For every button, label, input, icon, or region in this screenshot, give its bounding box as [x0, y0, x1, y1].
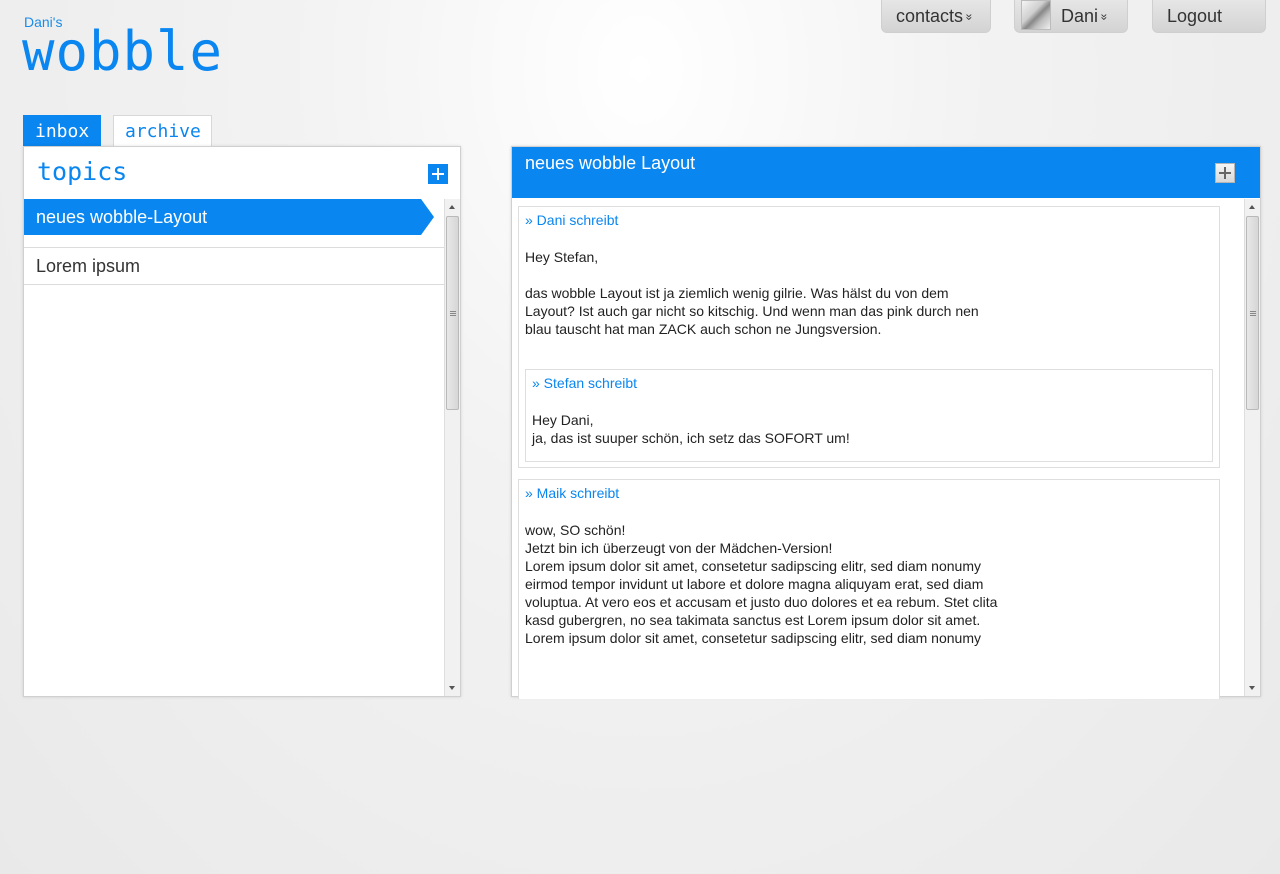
post-author[interactable]: » Maik schreibt: [525, 485, 619, 501]
topics-panel: topics neues wobble-Layout Lorem ipsum: [23, 146, 461, 697]
app-logo[interactable]: wobble: [22, 22, 223, 82]
add-post-button[interactable]: [1215, 163, 1235, 183]
avatar: [1021, 0, 1051, 31]
topics-scrollbar[interactable]: [444, 199, 460, 696]
chevron-down-icon: »: [1097, 13, 1112, 21]
post: » Dani schreibt Hey Stefan, das wobble L…: [518, 206, 1220, 468]
post-body: Hey Dani, ja, das ist suuper schön, ich …: [532, 412, 850, 446]
scroll-up-icon[interactable]: [449, 205, 455, 209]
post: » Maik schreibt wow, SO schön! Jetzt bin…: [518, 479, 1220, 699]
grip-icon: [450, 311, 456, 316]
divider: [24, 235, 445, 248]
topic-item[interactable]: neues wobble-Layout: [24, 199, 434, 235]
contacts-button[interactable]: contacts»: [881, 0, 991, 33]
scroll-down-icon[interactable]: [1249, 686, 1255, 690]
thread-header: neues wobble Layout: [512, 147, 1260, 198]
post-body: wow, SO schön! Jetzt bin ich überzeugt v…: [525, 522, 998, 646]
topic-item[interactable]: Lorem ipsum: [24, 248, 445, 285]
chevron-down-icon: »: [962, 13, 977, 21]
scroll-up-icon[interactable]: [1249, 205, 1255, 209]
user-menu-button[interactable]: Dani»: [1014, 0, 1128, 33]
thread-scrollbar[interactable]: [1244, 199, 1260, 696]
post-body: Hey Stefan, das wobble Layout ist ja zie…: [525, 249, 979, 337]
scroll-thumb[interactable]: [1246, 216, 1259, 410]
scroll-down-icon[interactable]: [449, 686, 455, 690]
topics-title: topics: [37, 157, 128, 186]
grip-icon: [1250, 311, 1256, 316]
post-author[interactable]: » Dani schreibt: [525, 212, 618, 228]
logout-button[interactable]: Logout: [1152, 0, 1266, 33]
tab-archive[interactable]: archive: [113, 115, 212, 147]
scroll-thumb[interactable]: [446, 216, 459, 410]
tab-inbox[interactable]: inbox: [23, 115, 101, 147]
thread-title: neues wobble Layout: [525, 153, 696, 173]
topic-list: neues wobble-Layout Lorem ipsum: [24, 199, 445, 285]
add-topic-button[interactable]: [428, 164, 448, 184]
post-author[interactable]: » Stefan schreibt: [532, 375, 637, 391]
post-reply: » Stefan schreibt Hey Dani, ja, das ist …: [525, 369, 1213, 462]
thread-panel: neues wobble Layout » Dani schreibt Hey …: [511, 146, 1261, 699]
